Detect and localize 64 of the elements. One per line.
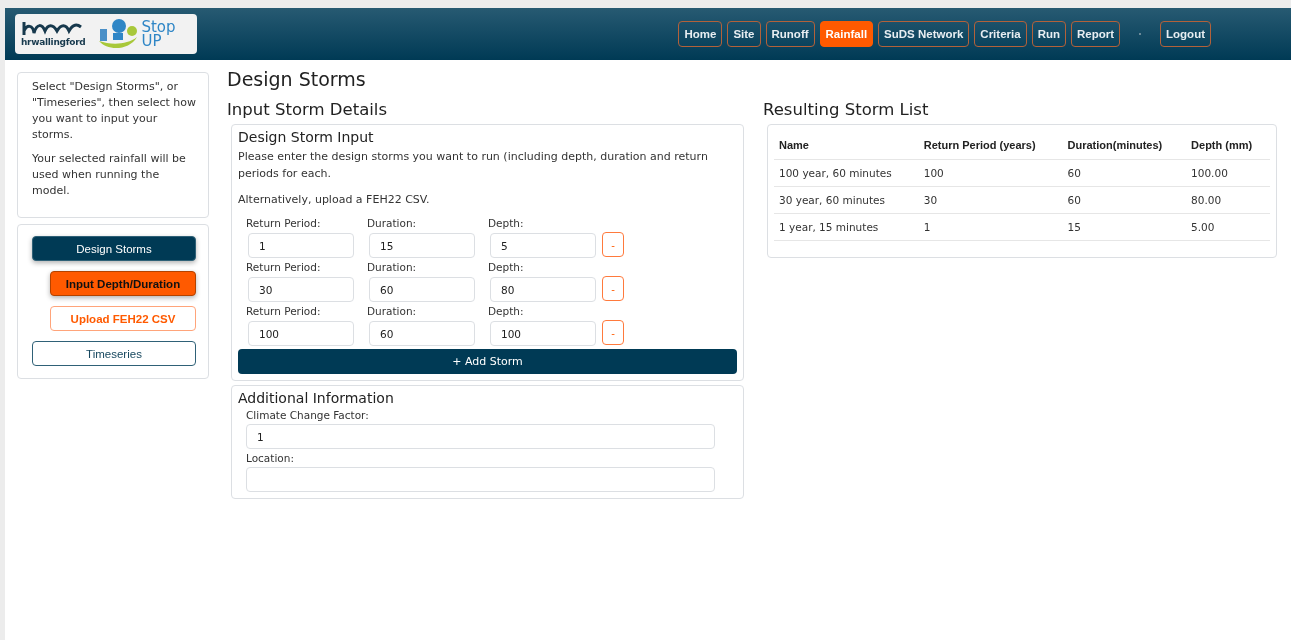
alternative-text: Alternatively, upload a FEH22 CSV. <box>238 192 431 208</box>
nav-tab[interactable]: Site <box>727 21 761 47</box>
add-storm-button[interactable]: + Add Storm <box>238 349 737 374</box>
depth-field[interactable]: 100 <box>490 321 596 346</box>
table-cell: 80.00 <box>1186 186 1270 214</box>
section-title: Input Storm Details <box>227 100 389 119</box>
field-label: Duration: <box>367 217 418 229</box>
field-label: Duration: <box>367 305 418 317</box>
return-period-field[interactable]: 100 <box>248 321 354 346</box>
duration-field[interactable]: 15 <box>369 233 475 258</box>
logout-button[interactable]: Logout <box>1160 21 1211 47</box>
nav-tab[interactable]: Home <box>678 21 723 47</box>
table-cell: 15 <box>1062 213 1187 241</box>
nav-tab[interactable]: Report <box>1071 21 1121 47</box>
table-cell: 1 <box>918 213 1063 241</box>
help-text: Your selected rainfall will be used when running the model. <box>32 151 187 199</box>
field-label: Return Period: <box>246 261 322 273</box>
city-rain-logo-icon <box>97 17 140 51</box>
field-label: Return Period: <box>246 305 322 317</box>
nav-tab[interactable]: Runoff <box>765 21 815 47</box>
depth-field[interactable]: 80 <box>490 277 596 302</box>
rainfall-option-button[interactable]: Timeseries <box>32 341 196 366</box>
table-cell: 60 <box>1062 159 1187 187</box>
product-name-line: UP <box>141 34 162 48</box>
wave-logo-icon <box>21 21 83 37</box>
field-label: Location: <box>246 452 295 464</box>
column-header: Name <box>774 131 919 160</box>
return-period-field[interactable]: 30 <box>248 277 354 302</box>
table-cell: 30 year, 60 minutes <box>774 186 919 214</box>
field-label: Duration: <box>367 261 418 273</box>
table-cell: 1 year, 15 minutes <box>774 213 919 241</box>
column-header: Duration(minutes) <box>1062 131 1187 160</box>
brand-name: hrwallingford <box>21 37 86 47</box>
instructions-text: Please enter the design storms you want to run (including depth, duration and return periods for each. <box>238 149 709 182</box>
product-name-line: Stop <box>141 20 176 34</box>
section-title: Resulting Storm List <box>763 100 930 119</box>
field-label: Depth: <box>488 305 525 317</box>
return-period-field[interactable]: 1 <box>248 233 354 258</box>
table-cell: 30 <box>918 186 1063 214</box>
card-title: Design Storm Input <box>238 129 375 145</box>
location-field[interactable] <box>246 467 715 492</box>
table-cell: 100 <box>918 159 1063 187</box>
depth-field[interactable]: 5 <box>490 233 596 258</box>
table-cell: 100 year, 60 minutes <box>774 159 919 187</box>
card-title: Additional Information <box>238 390 395 406</box>
table-cell: 100.00 <box>1186 159 1270 187</box>
table-cell: 5.00 <box>1186 213 1270 241</box>
table-cell: 60 <box>1062 186 1187 214</box>
field-label: Depth: <box>488 261 525 273</box>
column-header: Return Period (years) <box>918 131 1063 160</box>
field-label: Climate Change Factor: <box>246 409 370 421</box>
rainfall-option-button[interactable]: Input Depth/Duration <box>50 271 196 296</box>
column-header: Depth (mm) <box>1186 131 1270 160</box>
field-label: Return Period: <box>246 217 322 229</box>
duration-field[interactable]: 60 <box>369 277 475 302</box>
nav-tab[interactable]: SuDS Network <box>878 21 970 47</box>
rainfall-option-button[interactable]: Design Storms <box>32 236 196 261</box>
help-text: Select "Design Storms", or "Timeseries", then select how you want to input your storms. <box>32 79 197 143</box>
nav-tab[interactable]: Run <box>1031 21 1066 47</box>
climate-change-field[interactable]: 1 <box>246 424 715 449</box>
nav-tab[interactable]: Criteria <box>974 21 1027 47</box>
page-title: Design Storms <box>227 68 367 90</box>
duration-field[interactable]: 60 <box>369 321 475 346</box>
field-label: Depth: <box>488 217 525 229</box>
